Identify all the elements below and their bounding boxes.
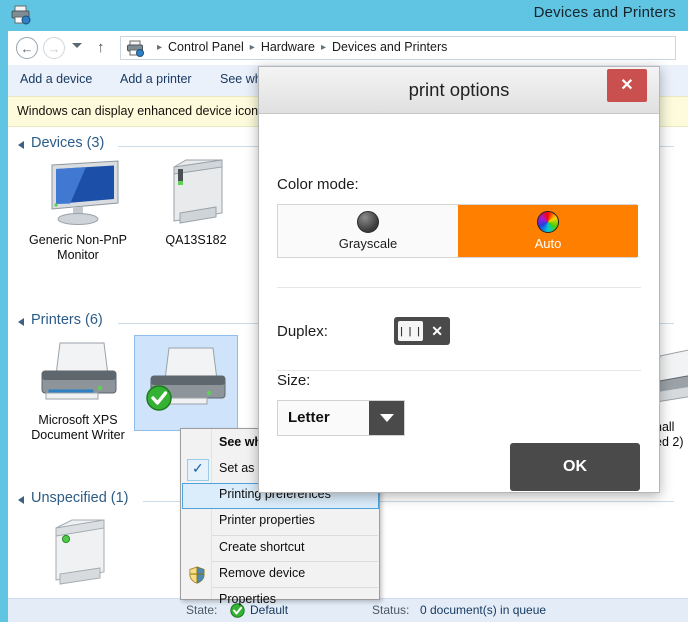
duplex-toggle[interactable]: ❘❘❘ ✕ [394, 317, 450, 345]
window-titlebar: Devices and Printers [0, 0, 688, 31]
printer-default-icon [135, 336, 239, 412]
color-wheel-icon [537, 211, 559, 233]
printer-tile-default[interactable] [134, 335, 238, 431]
close-icon: ✕ [620, 78, 633, 94]
breadcrumb-separator: ▸ [250, 42, 255, 53]
printer-icon [26, 335, 130, 411]
tile-label [26, 588, 130, 590]
navigation-bar: ← → ↑ ▸ Control Panel ▸ Hardware ▸ Devices an… [8, 31, 688, 66]
print-options-dialog: print options ✕ Color mode: Grayscale Au… [258, 66, 660, 493]
printer-tile-xps[interactable]: Microsoft XPS Document Writer [26, 335, 130, 443]
toggle-handle: ❘❘❘ [398, 321, 423, 341]
breadcrumb-item-control-panel[interactable]: Control Panel [168, 40, 244, 54]
size-select-arrow-button[interactable] [369, 401, 404, 435]
forward-arrow-icon: → [44, 38, 64, 58]
context-menu-label: Create shortcut [219, 540, 304, 554]
monitor-icon [26, 155, 130, 231]
color-mode-option-auto[interactable]: Auto [458, 205, 638, 257]
collapse-triangle-icon [18, 141, 24, 149]
duplex-label: Duplex: [277, 323, 328, 340]
shield-icon [188, 566, 206, 584]
color-mode-label: Color mode: [277, 176, 359, 193]
tile-label: Microsoft XPS Document Writer [26, 411, 130, 443]
dialog-divider [277, 370, 641, 371]
breadcrumb-item-hardware[interactable]: Hardware [261, 40, 315, 54]
close-button[interactable]: ✕ [607, 69, 647, 102]
context-menu-label: Remove device [219, 566, 305, 580]
tile-label: Generic Non-PnP Monitor [26, 231, 130, 263]
size-label: Size: [277, 372, 310, 389]
toggle-off-icon: ✕ [431, 322, 443, 340]
grayscale-swatch-icon [357, 211, 379, 233]
forward-button[interactable]: → [43, 37, 65, 59]
add-a-device-button[interactable]: Add a device [20, 72, 92, 86]
group-title: Unspecified (1) [31, 490, 129, 506]
app-root: Devices and Printers ← → ↑ ▸ Control Pane… [0, 0, 688, 622]
window-left-edge [0, 31, 8, 622]
breadcrumb-item-devices-and-printers[interactable]: Devices and Printers [332, 40, 447, 54]
window-title: Devices and Printers [534, 4, 676, 21]
chevron-down-icon[interactable] [72, 43, 82, 48]
address-bar[interactable]: ▸ Control Panel ▸ Hardware ▸ Devices and Prin… [120, 36, 676, 60]
device-tile-monitor[interactable]: Generic Non-PnP Monitor [26, 155, 130, 263]
checked-indicator: ✓ [187, 459, 209, 481]
unspecified-tile-device[interactable] [26, 512, 130, 590]
size-select[interactable]: Letter [277, 400, 405, 436]
breadcrumb-separator: ▸ [157, 42, 162, 53]
color-mode-option-grayscale[interactable]: Grayscale [278, 205, 459, 257]
group-title: Printers (6) [31, 312, 103, 328]
color-mode-option-label: Grayscale [339, 236, 398, 251]
status-status-value: 0 document(s) in queue [420, 603, 546, 617]
size-select-value: Letter [288, 409, 330, 426]
breadcrumb-separator: ▸ [321, 42, 326, 53]
color-mode-option-label: Auto [535, 236, 562, 251]
color-mode-segmented-control: Grayscale Auto [277, 204, 637, 258]
check-icon: ✓ [192, 460, 204, 477]
context-menu-label: Printer properties [219, 513, 315, 527]
collapse-triangle-icon [18, 496, 24, 504]
device-tile-qa13s182[interactable]: QA13S182 [144, 155, 248, 248]
dialog-body: Color mode: Grayscale Auto Duplex: ❘❘❘ ✕ [259, 114, 659, 492]
up-arrow-icon[interactable]: ↑ [97, 39, 105, 57]
context-menu-item-properties[interactable]: Properties [182, 588, 379, 614]
context-menu-label: Properties [219, 592, 276, 606]
collapse-triangle-icon [18, 318, 24, 326]
grip-icon: ❘❘❘ [398, 327, 424, 336]
back-arrow-icon: ← [17, 38, 37, 58]
tower-device-icon [26, 512, 130, 588]
ok-button[interactable]: OK [510, 443, 640, 491]
dialog-titlebar: print options ✕ [259, 67, 659, 114]
printer-icon [10, 5, 32, 25]
chevron-down-icon [380, 414, 394, 422]
dialog-divider [277, 287, 641, 288]
context-menu-item-printer-properties[interactable]: Printer properties [182, 509, 379, 535]
dialog-title: print options [259, 79, 659, 101]
breadcrumb: ▸ Control Panel ▸ Hardware ▸ Devices and Prin… [151, 40, 447, 54]
context-menu-item-create-shortcut[interactable]: Create shortcut [182, 536, 379, 562]
external-drive-icon [144, 155, 248, 231]
group-title: Devices (3) [31, 135, 104, 151]
tile-label: QA13S182 [144, 231, 248, 248]
printer-icon [126, 40, 146, 58]
add-a-printer-button[interactable]: Add a printer [120, 72, 192, 86]
context-menu-item-remove-device[interactable]: Remove device [182, 562, 379, 588]
back-button[interactable]: ← [16, 37, 38, 59]
